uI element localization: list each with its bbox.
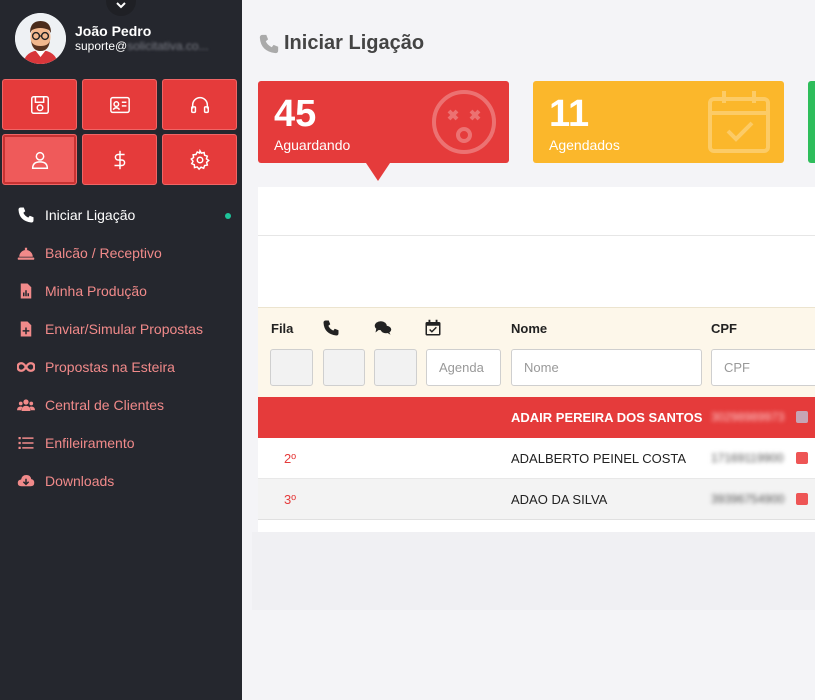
save-button[interactable] [2, 79, 77, 130]
user-name: João Pedro [75, 23, 152, 39]
divider [258, 235, 815, 236]
copy-icon[interactable] [796, 452, 808, 464]
stat-label: Aguardando [274, 137, 351, 153]
list-icon [16, 433, 36, 453]
phone-icon [16, 205, 36, 225]
sidebar-item-iniciar-ligacao[interactable]: Iniciar Ligação [0, 196, 242, 234]
settings-button[interactable] [162, 134, 237, 185]
column-nome: Nome [511, 321, 548, 336]
phone-icon [259, 34, 279, 53]
copy-icon[interactable] [796, 411, 808, 423]
gear-icon [189, 148, 210, 170]
cell-name: ADAO DA SILVA [511, 492, 608, 507]
stat-card-partial[interactable] [808, 81, 815, 163]
cell-position: 2º [284, 451, 296, 466]
main-content: Iniciar Ligação 45 Aguardando 11 Agendad… [242, 0, 815, 700]
table-row[interactable]: 3º ADAO DA SILVA 39396754900 [258, 479, 815, 520]
cpf-filter-input[interactable] [711, 349, 815, 386]
filter-chat[interactable] [374, 349, 417, 386]
sidebar-item-label: Central de Clientes [45, 397, 165, 413]
file-chart-icon [16, 281, 36, 301]
panel-footer [252, 532, 815, 610]
sidebar-item-balcao-receptivo[interactable]: Balcão / Receptivo [0, 234, 242, 272]
sidebar-item-central-clientes[interactable]: Central de Clientes [0, 386, 242, 424]
finance-button[interactable] [82, 134, 157, 185]
sidebar-item-label: Propostas na Esteira [45, 359, 175, 375]
cell-cpf: 39396754900 [711, 492, 785, 506]
user-email: suporte@solicitativa.co... [75, 39, 209, 54]
sidebar-item-propostas-esteira[interactable]: Propostas na Esteira [0, 348, 242, 386]
users-icon [16, 395, 36, 415]
file-plus-icon [16, 319, 36, 339]
sidebar-menu: Iniciar Ligação Balcão / Receptivo Minha… [0, 196, 242, 500]
avatar [15, 13, 66, 64]
queue-panel: Fila Nome CPF ADAIR PEREIRA DOS SANTOS 3… [258, 187, 815, 532]
id-card-icon [109, 96, 130, 113]
table-row[interactable]: 2º ADALBERTO PEINEL COSTA 17169119900 [258, 438, 815, 479]
sidebar: João Pedro suporte@solicitativa.co... In… [0, 0, 242, 700]
filter-phone[interactable] [323, 349, 365, 386]
user-email-obscured: solicitativa.co... [127, 39, 209, 53]
page-title: Iniciar Ligação [258, 32, 424, 55]
cell-cpf: 17169119900 [711, 451, 784, 465]
user-icon [31, 151, 48, 169]
copy-icon[interactable] [796, 493, 808, 505]
profile-button[interactable] [2, 134, 77, 185]
phone-icon [322, 319, 340, 340]
sidebar-item-enfileiramento[interactable]: Enfileiramento [0, 424, 242, 462]
service-bell-icon [16, 243, 36, 263]
cell-name: ADAIR PEREIRA DOS SANTOS [511, 410, 703, 425]
sidebar-item-label: Minha Produção [45, 283, 147, 299]
calendar-check-icon [424, 319, 442, 340]
sidebar-item-label: Enfileiramento [45, 435, 135, 451]
filter-fila[interactable] [270, 349, 313, 386]
stat-card-agendados[interactable]: 11 Agendados [533, 81, 784, 163]
cell-position: 3º [284, 492, 296, 507]
chevron-down-icon [116, 2, 126, 9]
infinity-icon [16, 357, 36, 377]
sidebar-item-label: Balcão / Receptivo [45, 245, 162, 261]
stat-value: 45 [274, 93, 317, 135]
table-row[interactable]: ADAIR PEREIRA DOS SANTOS 30298989973 [258, 397, 815, 438]
support-button[interactable] [162, 79, 237, 130]
sidebar-item-label: Enviar/Simular Propostas [45, 321, 203, 337]
active-indicator [225, 213, 231, 219]
cloud-download-icon [16, 471, 36, 491]
calendar-check-icon [708, 91, 770, 153]
floppy-disk-icon [30, 95, 49, 114]
headphones-icon [190, 96, 209, 113]
stat-label: Agendados [549, 137, 620, 153]
chat-icon [374, 319, 392, 340]
column-fila: Fila [271, 321, 294, 336]
sidebar-item-label: Downloads [45, 473, 115, 489]
nome-filter-input[interactable] [511, 349, 702, 386]
dizzy-face-icon [432, 90, 496, 154]
page-title-text: Iniciar Ligação [284, 32, 425, 54]
column-cpf: CPF [711, 321, 737, 336]
stat-card-aguardando[interactable]: 45 Aguardando [258, 81, 509, 163]
user-profile[interactable]: João Pedro suporte@solicitativa.co... [15, 13, 209, 64]
sidebar-item-downloads[interactable]: Downloads [0, 462, 242, 500]
id-card-button[interactable] [82, 79, 157, 130]
cell-cpf: 30298989973 [711, 410, 785, 424]
sidebar-item-enviar-simular[interactable]: Enviar/Simular Propostas [0, 310, 242, 348]
sidebar-item-label: Iniciar Ligação [45, 207, 136, 223]
stat-value: 11 [549, 93, 590, 135]
stat-pointer [366, 163, 390, 181]
agenda-filter-input[interactable] [426, 349, 501, 386]
sidebar-item-minha-producao[interactable]: Minha Produção [0, 272, 242, 310]
user-email-visible: suporte@ [75, 39, 128, 53]
cell-name: ADALBERTO PEINEL COSTA [511, 451, 687, 466]
dollar-icon [114, 150, 125, 169]
table-header: Fila Nome CPF [258, 307, 815, 397]
